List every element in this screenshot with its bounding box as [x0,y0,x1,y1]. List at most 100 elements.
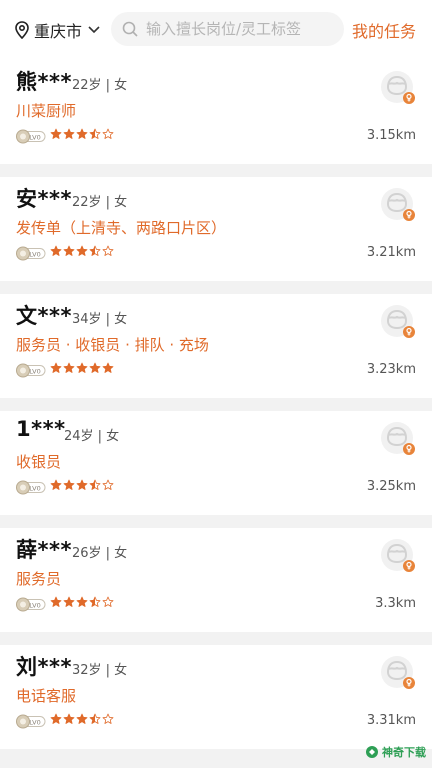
avatar [380,538,416,574]
worker-age-gender: 22岁 | 女 [72,195,128,210]
worker-name: 刘*** [16,655,72,679]
level-text: LV0 [29,601,41,609]
star-half-icon [89,479,101,490]
worker-job: 服务员 [16,570,62,588]
level-text: LV0 [29,367,41,375]
worker-card[interactable]: 1*** 24岁 | 女 收银员 LV0 3.25km [0,411,432,515]
worker-card[interactable]: 文*** 34岁 | 女 服务员 · 收银员 · 排队 · 充场 LV0 3.2… [0,294,432,398]
worker-card[interactable]: 刘*** 32岁 | 女 电话客服 LV0 3.31km [0,645,432,749]
default-avatar-icon [381,188,415,221]
star-filled-icon [63,128,75,139]
worker-age-gender: 34岁 | 女 [72,312,128,327]
star-filled-icon [76,479,88,490]
city-selector[interactable]: 重庆市 [14,18,100,42]
worker-age-gender: 24岁 | 女 [64,429,120,444]
worker-name: 1*** [16,417,66,441]
worker-card[interactable]: 熊*** 22岁 | 女 川菜厨师 LV0 3.15km [0,60,432,164]
worker-card[interactable]: 安*** 22岁 | 女 发传单（上清寺、两路口片区） LV0 3.21km [0,177,432,281]
star-filled-icon [50,128,62,139]
star-half-icon [89,245,101,256]
level-badge: LV0 [16,129,46,144]
star-filled-icon [76,362,88,373]
star-empty-icon [102,245,114,256]
city-label: 重庆市 [34,22,83,41]
star-filled-icon [63,596,75,607]
star-filled-icon [50,479,62,490]
rating-stars [50,128,114,140]
worker-name: 薛*** [16,538,72,562]
worker-age-gender: 32岁 | 女 [72,663,128,678]
star-half-icon [89,596,101,607]
avatar [380,187,416,223]
star-empty-icon [102,713,114,724]
worker-distance: 3.3km [375,596,416,611]
star-filled-icon [63,713,75,724]
level-badge: LV0 [16,246,46,261]
search-input[interactable] [146,20,336,38]
worker-distance: 3.21km [366,245,416,260]
rating-stars [50,479,114,491]
default-avatar-icon [381,656,415,689]
level-badge: LV0 [16,714,46,729]
my-tasks-link[interactable]: 我的任务 [352,18,416,42]
star-filled-icon [50,245,62,256]
worker-name: 安*** [16,187,72,211]
worker-age-gender: 22岁 | 女 [72,78,128,93]
star-filled-icon [63,362,75,373]
star-filled-icon [76,596,88,607]
default-avatar-icon [381,539,415,572]
star-half-icon [89,713,101,724]
worker-name: 文*** [16,304,72,328]
level-badge: LV0 [16,597,46,612]
star-filled-icon [50,362,62,373]
search-icon [122,21,138,37]
worker-job: 川菜厨师 [16,102,77,120]
top-bar: 重庆市 我的任务 [0,0,432,60]
avatar [380,70,416,106]
star-filled-icon [89,362,101,373]
level-text: LV0 [29,133,41,141]
worker-name: 熊*** [16,70,72,94]
avatar [380,304,416,340]
worker-distance: 3.25km [366,479,416,494]
rating-stars [50,245,114,257]
avatar [380,655,416,691]
worker-distance: 3.23km [366,362,416,377]
watermark-logo-icon [366,746,378,758]
star-filled-icon [63,479,75,490]
worker-distance: 3.15km [366,128,416,143]
star-filled-icon [76,128,88,139]
watermark: 神奇下载 [365,744,426,760]
worker-job: 发传单（上清寺、两路口片区） [16,219,227,237]
default-avatar-icon [381,422,415,455]
default-avatar-icon [381,305,415,338]
level-badge: LV0 [16,480,46,495]
rating-stars [50,362,114,374]
watermark-text: 神奇下载 [382,746,426,759]
rating-stars [50,713,114,725]
worker-job: 收银员 [16,453,62,471]
default-avatar-icon [381,71,415,104]
level-badge: LV0 [16,363,46,378]
star-filled-icon [102,362,114,373]
star-filled-icon [76,713,88,724]
worker-job: 服务员 · 收银员 · 排队 · 充场 [16,336,209,354]
star-filled-icon [63,245,75,256]
worker-distance: 3.31km [366,713,416,728]
star-half-icon [89,128,101,139]
star-filled-icon [50,596,62,607]
location-pin-icon [15,21,29,39]
chevron-down-icon [88,26,100,34]
star-filled-icon [76,245,88,256]
level-text: LV0 [29,484,41,492]
level-text: LV0 [29,250,41,258]
star-empty-icon [102,479,114,490]
star-empty-icon [102,128,114,139]
worker-job: 电话客服 [16,687,77,705]
worker-card[interactable]: 薛*** 26岁 | 女 服务员 LV0 3.3km [0,528,432,632]
level-text: LV0 [29,718,41,726]
search-box[interactable] [111,12,344,46]
avatar [380,421,416,457]
rating-stars [50,596,114,608]
star-filled-icon [50,713,62,724]
